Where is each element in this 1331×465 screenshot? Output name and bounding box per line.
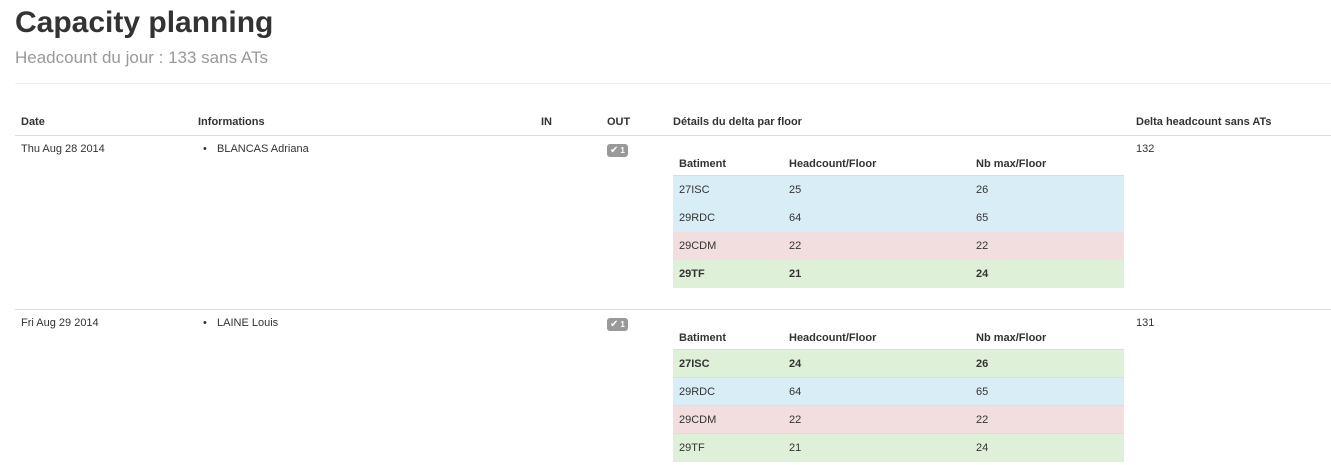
floor-batiment: 29TF [673, 433, 783, 462]
table-header-row: Date Informations IN OUT Détails du delt… [15, 108, 1331, 136]
page-subtitle: Headcount du jour : 133 sans ATs [15, 48, 268, 67]
floor-batiment: 29CDM [673, 231, 783, 260]
floor-batiment: 29CDM [673, 405, 783, 434]
floor-headcount: 21 [783, 259, 970, 288]
floor-nbmax: 24 [970, 433, 1124, 462]
floor-table: Batiment Headcount/Floor Nb max/Floor 27… [673, 147, 1124, 288]
bullet-icon: • [203, 316, 207, 329]
header-delta: Delta headcount sans ATs [1130, 108, 1331, 136]
page-title: Capacity planning [15, 6, 274, 39]
floor-batiment: 29RDC [673, 203, 783, 232]
floor-headcount: 64 [783, 377, 970, 406]
row-out: ✔ 1 [601, 308, 667, 465]
floor-row: 29TF 21 24 [673, 433, 1124, 462]
floor-headcount: 25 [783, 175, 970, 204]
floor-header-row: Batiment Headcount/Floor Nb max/Floor [673, 147, 1124, 176]
floor-header-headcount: Headcount/Floor [783, 321, 970, 350]
header-in: IN [535, 108, 601, 136]
floor-nbmax: 65 [970, 203, 1124, 232]
floor-row: 29TF 21 24 [673, 259, 1124, 288]
floor-row: 29RDC 64 65 [673, 377, 1124, 406]
floor-row: 29RDC 64 65 [673, 203, 1124, 232]
floor-headcount: 64 [783, 203, 970, 232]
check-icon: ✔ [610, 318, 619, 330]
row-details: Batiment Headcount/Floor Nb max/Floor 27… [667, 135, 1130, 309]
floor-nbmax: 26 [970, 175, 1124, 204]
list-item: • BLANCAS Adriana [203, 143, 529, 156]
floor-headcount: 21 [783, 433, 970, 462]
floor-nbmax: 22 [970, 231, 1124, 260]
floor-row: 29CDM 22 22 [673, 231, 1124, 260]
out-badge[interactable]: ✔ 1 [607, 143, 628, 157]
out-badge[interactable]: ✔ 1 [607, 317, 628, 331]
row-out: ✔ 1 [601, 135, 667, 309]
floor-header-nbmax: Nb max/Floor [970, 147, 1124, 176]
capacity-table: Date Informations IN OUT Détails du delt… [15, 108, 1331, 465]
floor-nbmax: 24 [970, 259, 1124, 288]
row-informations: • LAINE Louis [192, 308, 535, 465]
header-date: Date [15, 108, 192, 136]
floor-header-row: Batiment Headcount/Floor Nb max/Floor [673, 321, 1124, 350]
header-out: OUT [601, 108, 667, 136]
person-name: BLANCAS Adriana [217, 142, 309, 155]
floor-nbmax: 26 [970, 349, 1124, 378]
floor-batiment: 27ISC [673, 349, 783, 378]
floor-row: 29CDM 22 22 [673, 405, 1124, 434]
floor-header-headcount: Headcount/Floor [783, 147, 970, 176]
row-in [535, 308, 601, 465]
header-informations: Informations [192, 108, 535, 136]
floor-nbmax: 65 [970, 377, 1124, 406]
floor-headcount: 22 [783, 405, 970, 434]
floor-batiment: 29TF [673, 259, 783, 288]
floor-header-nbmax: Nb max/Floor [970, 321, 1124, 350]
out-count: 1 [620, 145, 625, 155]
row-details: Batiment Headcount/Floor Nb max/Floor 27… [667, 308, 1130, 465]
floor-nbmax: 22 [970, 405, 1124, 434]
person-name: LAINE Louis [217, 316, 279, 329]
floor-row: 27ISC 25 26 [673, 175, 1124, 204]
floor-batiment: 27ISC [673, 175, 783, 204]
list-item: • LAINE Louis [203, 317, 529, 330]
floor-headcount: 22 [783, 231, 970, 260]
row-delta: 131 [1130, 308, 1331, 465]
row-date: Thu Aug 28 2014 [21, 142, 105, 155]
row-date: Fri Aug 29 2014 [15, 308, 192, 465]
floor-headcount: 24 [783, 349, 970, 378]
row-delta: 132 [1136, 142, 1155, 155]
floor-header-batiment: Batiment [673, 321, 783, 350]
table-row: Fri Aug 29 2014 • LAINE Louis ✔ 1 Batimen… [15, 308, 1331, 465]
floor-batiment: 29RDC [673, 377, 783, 406]
row-informations: • BLANCAS Adriana [192, 135, 535, 309]
row-in [535, 135, 601, 309]
check-icon: ✔ [610, 144, 619, 156]
header-divider [15, 83, 1331, 84]
header-details: Détails du delta par floor [667, 108, 1130, 136]
table-row: Thu Aug 28 2014 • BLANCAS Adriana ✔ 1 Bat… [15, 135, 1331, 309]
floor-row: 27ISC 24 26 [673, 349, 1124, 378]
out-count: 1 [620, 319, 625, 329]
floor-table: Batiment Headcount/Floor Nb max/Floor 27… [673, 321, 1124, 462]
floor-header-batiment: Batiment [673, 147, 783, 176]
bullet-icon: • [203, 142, 207, 155]
